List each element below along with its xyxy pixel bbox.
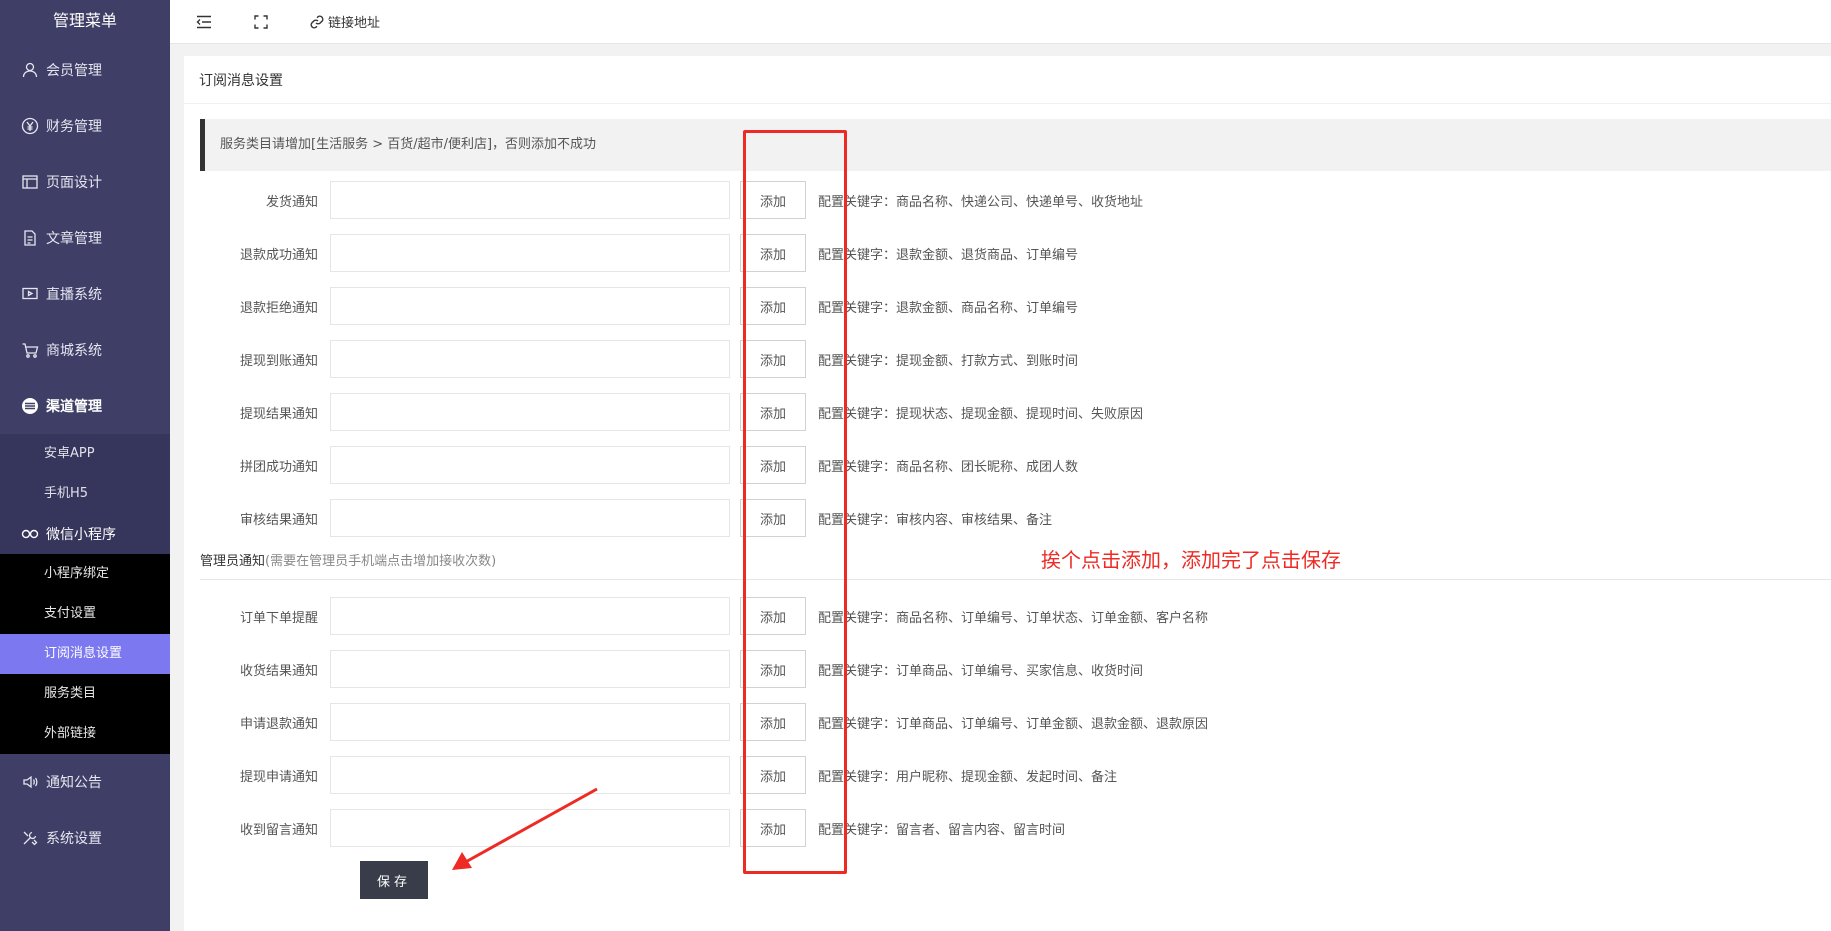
template-id-input[interactable] xyxy=(330,181,730,219)
document-icon xyxy=(20,228,40,248)
sidebar-item-label: 渠道管理 xyxy=(46,399,102,415)
category-notice: 服务类目请增加[生活服务 > 百货/超市/便利店]，否则添加不成功 xyxy=(200,119,1831,171)
link-address-button[interactable]: 链接地址 xyxy=(310,12,380,31)
field-label: 拼团成功通知 xyxy=(239,459,318,475)
sidebar-subitem-payment[interactable]: 支付设置 xyxy=(0,594,170,634)
channel-submenu: 安卓APP 手机H5 微信小程序 小程序绑定 支付设置 订阅消息设置 服务类目 … xyxy=(0,434,170,754)
field-label: 收货结果通知 xyxy=(239,663,318,679)
user-icon xyxy=(20,60,40,80)
keywords-text: 配置关键字：用户昵称、提现金额、发起时间、备注 xyxy=(818,769,1118,785)
field-label: 收到留言通知 xyxy=(239,822,318,838)
keywords-text: 配置关键字：提现状态、提现金额、提现时间、失败原因 xyxy=(818,406,1144,422)
save-button[interactable]: 保存 xyxy=(360,861,428,899)
sidebar-item-label: 商城系统 xyxy=(46,343,102,359)
template-id-input[interactable] xyxy=(330,287,730,325)
sidebar: 管理菜单 会员管理 财务管理 页面设计 文章管理 直播系统 商城系统 渠道管理 … xyxy=(0,0,170,931)
sidebar-item-label: 直播系统 xyxy=(46,287,102,303)
wechat-submenu: 小程序绑定 支付设置 订阅消息设置 服务类目 外部链接 xyxy=(0,554,170,754)
sidebar-item-channels[interactable]: 渠道管理 xyxy=(0,378,170,434)
sidebar-item-label: 财务管理 xyxy=(46,119,102,135)
video-icon xyxy=(20,284,40,304)
template-id-input[interactable] xyxy=(330,650,730,688)
keywords-text: 配置关键字：提现金额、打款方式、到账时间 xyxy=(818,353,1079,369)
tools-icon xyxy=(20,828,40,848)
cart-icon xyxy=(20,340,40,360)
fullscreen-icon xyxy=(254,14,268,29)
sidebar-item-notice[interactable]: 通知公告 xyxy=(0,754,170,810)
sidebar-subitem-h5[interactable]: 手机H5 xyxy=(0,474,170,514)
keywords-text: 配置关键字：退款金额、商品名称、订单编号 xyxy=(818,300,1079,316)
field-label: 提现申请通知 xyxy=(239,769,318,785)
channel-icon xyxy=(20,396,40,416)
sidebar-item-live[interactable]: 直播系统 xyxy=(0,266,170,322)
sidebar-item-members[interactable]: 会员管理 xyxy=(0,42,170,98)
template-id-input[interactable] xyxy=(330,234,730,272)
keywords-text: 配置关键字：订单商品、订单编号、买家信息、收货时间 xyxy=(818,663,1144,679)
sidebar-item-page-design[interactable]: 页面设计 xyxy=(0,154,170,210)
template-id-input[interactable] xyxy=(330,340,730,378)
sidebar-subitem-android[interactable]: 安卓APP xyxy=(0,434,170,474)
sidebar-brand: 管理菜单 xyxy=(52,11,117,30)
sidebar-item-label: 通知公告 xyxy=(46,775,102,791)
keywords-text: 配置关键字：留言者、留言内容、留言时间 xyxy=(818,822,1066,838)
field-label: 订单下单提醒 xyxy=(239,610,318,626)
top-bar: 链接地址 xyxy=(170,0,1831,44)
yen-icon xyxy=(20,116,40,136)
link-address-label: 链接地址 xyxy=(328,16,381,31)
sidebar-item-label: 系统设置 xyxy=(46,831,102,847)
field-label: 提现结果通知 xyxy=(239,406,318,422)
sidebar-item-system-settings[interactable]: 系统设置 xyxy=(0,810,170,866)
sidebar-item-mall[interactable]: 商城系统 xyxy=(0,322,170,378)
annotation-note: 挨个点击添加，添加完了点击保存 xyxy=(1041,548,1341,572)
sidebar-subitem-category[interactable]: 服务类目 xyxy=(0,674,170,714)
wechat-icon xyxy=(20,524,40,544)
sidebar-subgroup-label: 微信小程序 xyxy=(46,527,116,543)
indent-icon xyxy=(196,15,211,28)
sidebar-subitem-external-link[interactable]: 外部链接 xyxy=(0,714,170,754)
keywords-text: 配置关键字：订单商品、订单编号、订单金额、退款金额、退款原因 xyxy=(818,716,1209,732)
template-id-input[interactable] xyxy=(330,703,730,741)
field-label: 申请退款通知 xyxy=(239,716,318,732)
template-id-input[interactable] xyxy=(330,499,730,537)
page-title: 订阅消息设置 xyxy=(184,56,1831,104)
admin-title-hint: (需要在管理员手机端点击增加接收次数) xyxy=(265,554,497,569)
sidebar-item-label: 会员管理 xyxy=(46,63,102,79)
keywords-text: 配置关键字：商品名称、团长昵称、成团人数 xyxy=(818,459,1079,475)
keywords-text: 配置关键字：退款金额、退货商品、订单编号 xyxy=(818,247,1079,263)
sidebar-item-finance[interactable]: 财务管理 xyxy=(0,98,170,154)
link-icon xyxy=(310,15,324,28)
keywords-text: 配置关键字：商品名称、快递公司、快递单号、收货地址 xyxy=(818,194,1144,210)
speaker-icon xyxy=(20,772,40,792)
admin-title-text: 管理员通知 xyxy=(200,554,266,569)
field-label: 提现到账通知 xyxy=(239,353,318,369)
sidebar-subitem-bind[interactable]: 小程序绑定 xyxy=(0,554,170,594)
field-label: 退款成功通知 xyxy=(239,247,318,263)
sidebar-item-label: 文章管理 xyxy=(46,231,102,247)
settings-card: 订阅消息设置 服务类目请增加[生活服务 > 百货/超市/便利店]，否则添加不成功… xyxy=(184,56,1831,931)
menu-toggle-button[interactable] xyxy=(196,15,216,29)
field-label: 审核结果通知 xyxy=(239,512,318,528)
field-label: 发货通知 xyxy=(265,194,318,210)
annotation-arrow xyxy=(452,787,598,870)
sidebar-item-label: 页面设计 xyxy=(46,175,102,191)
template-id-input[interactable] xyxy=(330,597,730,635)
template-id-input[interactable] xyxy=(330,446,730,484)
keywords-text: 配置关键字：商品名称、订单编号、订单状态、订单金额、客户名称 xyxy=(818,610,1209,626)
field-label: 退款拒绝通知 xyxy=(239,300,318,316)
layout-icon xyxy=(20,172,40,192)
admin-section-title: 管理员通知(需要在管理员手机端点击增加接收次数) xyxy=(200,550,1831,580)
keywords-text: 配置关键字：审核内容、审核结果、备注 xyxy=(818,512,1053,528)
sidebar-subgroup-wechat[interactable]: 微信小程序 xyxy=(0,514,170,554)
annotation-highlight-box xyxy=(743,130,847,874)
template-id-input[interactable] xyxy=(330,393,730,431)
sidebar-subitem-subscribe[interactable]: 订阅消息设置 xyxy=(0,634,170,674)
sidebar-item-articles[interactable]: 文章管理 xyxy=(0,210,170,266)
fullscreen-button[interactable] xyxy=(254,14,272,29)
